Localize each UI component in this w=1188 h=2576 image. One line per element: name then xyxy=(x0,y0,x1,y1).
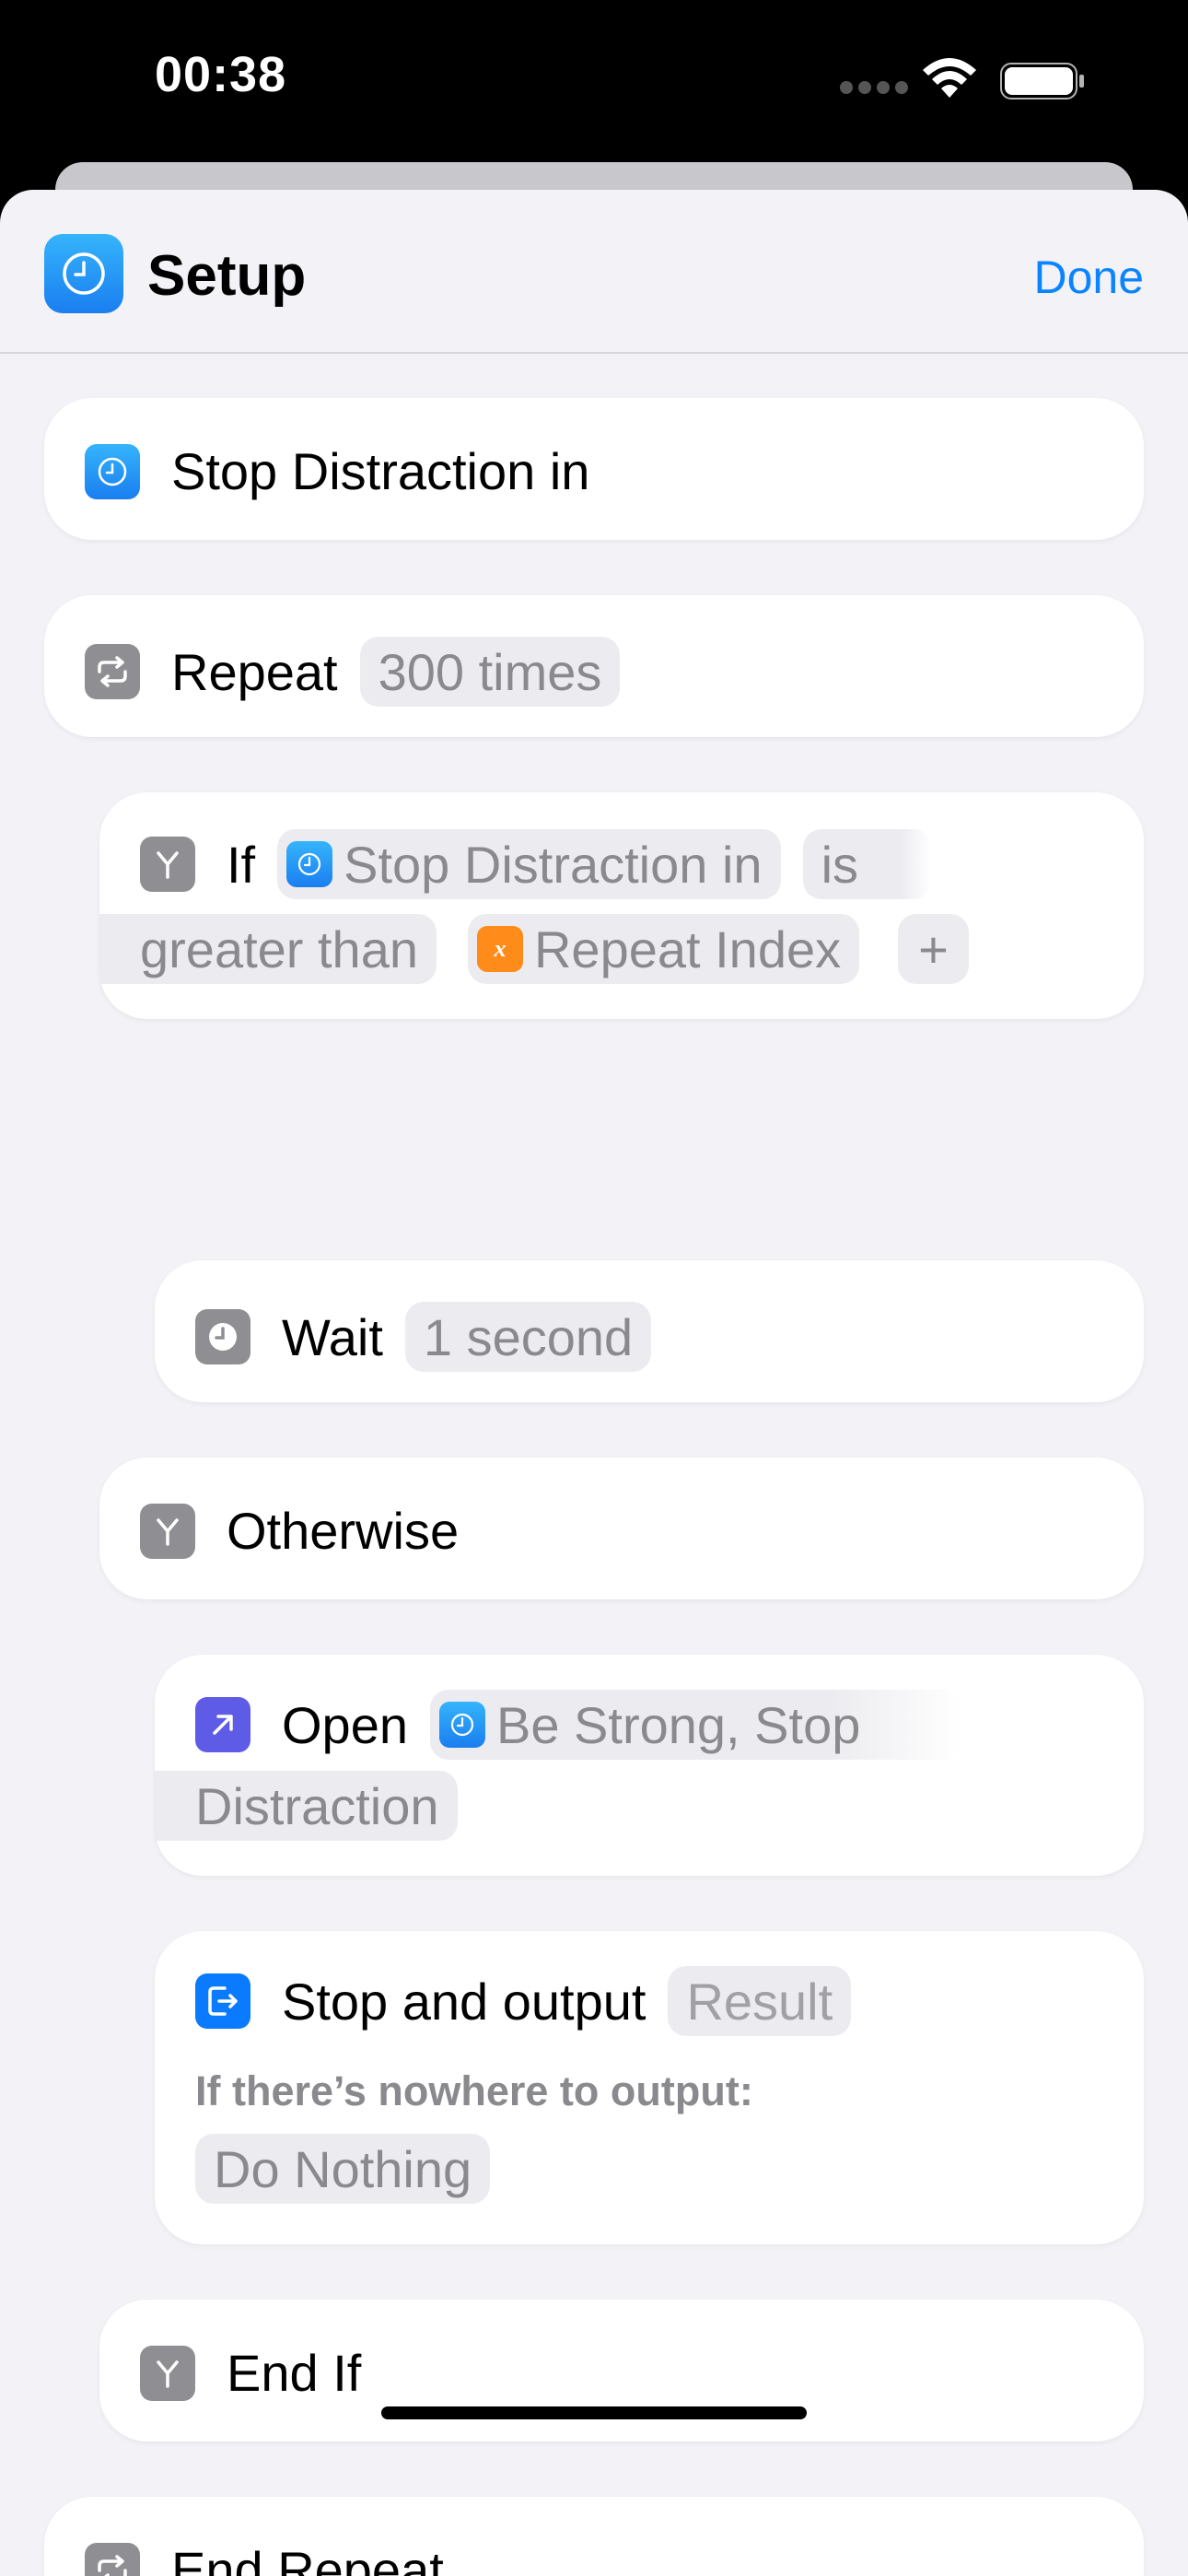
exit-icon xyxy=(195,1973,250,2029)
branch-icon xyxy=(140,2345,195,2401)
repeat-index-token[interactable]: x Repeat Index xyxy=(467,914,860,984)
action-label: Open xyxy=(282,1695,408,1754)
action-stop-and-output[interactable]: Stop and output Result If there’s nowher… xyxy=(155,1931,1144,2244)
action-label: End If xyxy=(227,2344,362,2402)
action-label: End Repeat xyxy=(171,2541,444,2576)
clock-icon xyxy=(286,841,333,887)
add-condition-button[interactable]: + xyxy=(898,914,969,984)
svg-text:x: x xyxy=(493,935,506,962)
status-time: 00:38 xyxy=(155,47,287,102)
app-token-continued[interactable]: Distraction xyxy=(155,1771,458,1841)
setup-sheet: Setup Done Stop Distraction in Repeat 30… xyxy=(0,190,1188,2576)
action-label: Repeat xyxy=(171,642,338,701)
action-if[interactable]: If Stop Distraction in is greater than x… xyxy=(99,792,1144,1019)
battery-icon xyxy=(1000,63,1087,104)
clock-icon xyxy=(44,234,123,313)
action-repeat[interactable]: Repeat 300 times xyxy=(44,595,1144,737)
open-arrow-icon xyxy=(195,1697,250,1752)
action-open[interactable]: Open Be Strong, Stop Distraction xyxy=(155,1655,1144,1876)
clock-icon xyxy=(85,443,140,499)
fallback-label: If there’s nowhere to output: xyxy=(195,2067,753,2114)
repeat-index-label: Repeat Index xyxy=(533,919,842,978)
status-bar: 00:38 xyxy=(0,0,1188,166)
condition-token[interactable]: greater than xyxy=(99,914,437,984)
action-stop-distraction[interactable]: Stop Distraction in xyxy=(44,398,1144,540)
clock-icon xyxy=(195,1309,250,1364)
variable-x-icon: x xyxy=(476,926,523,972)
action-label: Otherwise xyxy=(227,1502,460,1560)
action-wait[interactable]: Wait 1 second xyxy=(155,1260,1144,1402)
clock-icon xyxy=(439,1702,485,1748)
action-end-repeat[interactable]: End Repeat xyxy=(44,2497,1144,2576)
home-indicator[interactable] xyxy=(381,2406,807,2419)
action-end-if[interactable]: End If xyxy=(99,2300,1144,2441)
branch-icon xyxy=(140,837,195,892)
action-label: If xyxy=(227,835,256,894)
result-token[interactable]: Result xyxy=(668,1966,852,2036)
page-title: Setup xyxy=(147,244,307,308)
action-otherwise[interactable]: Otherwise xyxy=(99,1458,1144,1599)
branch-icon xyxy=(140,1503,195,1559)
repeat-count-token[interactable]: 300 times xyxy=(359,637,621,707)
repeat-icon xyxy=(85,644,140,699)
repeat-icon xyxy=(85,2542,140,2576)
wifi-icon xyxy=(921,57,978,104)
cellular-signal-icon xyxy=(840,81,914,99)
action-label: Wait xyxy=(282,1307,383,1366)
action-label: Stop Distraction in xyxy=(171,442,590,500)
navigation-bar: Setup Done xyxy=(0,190,1188,354)
is-token[interactable]: is xyxy=(802,829,933,899)
variable-token-label: Stop Distraction in xyxy=(344,835,763,894)
action-label: Stop and output xyxy=(282,1972,646,2031)
fallback-token[interactable]: Do Nothing xyxy=(195,2134,491,2204)
app-token-label: Be Strong, Stop xyxy=(496,1695,861,1754)
done-button[interactable]: Done xyxy=(1033,251,1144,304)
app-token[interactable]: Be Strong, Stop xyxy=(430,1690,962,1760)
variable-token[interactable]: Stop Distraction in xyxy=(277,829,781,899)
duration-token[interactable]: 1 second xyxy=(404,1302,652,1372)
